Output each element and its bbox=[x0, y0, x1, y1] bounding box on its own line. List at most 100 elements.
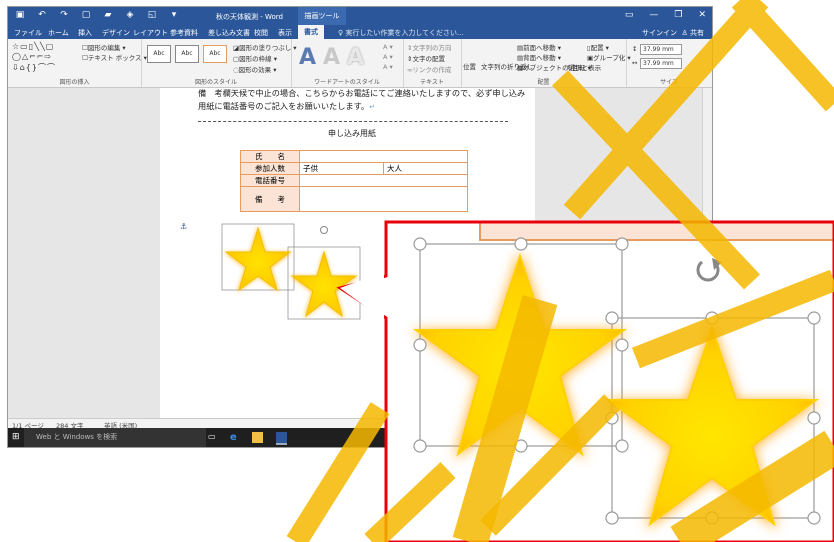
tab-insert[interactable]: 挿入 bbox=[78, 28, 92, 38]
shape-effects-button[interactable]: ◌図形の効果 ▾ bbox=[233, 64, 277, 74]
group-label-size: サイズ bbox=[660, 79, 678, 86]
tab-format[interactable]: 書式 bbox=[298, 25, 324, 39]
width-field[interactable]: 37.99 mm bbox=[640, 58, 682, 69]
create-link-button[interactable]: ∞リンクの作成 bbox=[407, 64, 451, 74]
vertical-scrollbar[interactable] bbox=[702, 88, 712, 418]
form-cell-phone[interactable] bbox=[299, 174, 468, 187]
edge-icon[interactable]: e bbox=[230, 432, 241, 443]
form-label-notes: 備 考 bbox=[240, 186, 300, 212]
height-field[interactable]: 37.99 mm bbox=[640, 44, 682, 55]
tab-mailings[interactable]: 差し込み文書 bbox=[208, 28, 250, 38]
form-cell-notes[interactable] bbox=[299, 186, 468, 212]
title-bar: ▣ ↶ ↷ ▢ ▰ ◈ ◱ ▾ 秋の天体観測 - Word 描画ツール ▭ — … bbox=[8, 7, 712, 25]
form-title: 申し込み用紙 bbox=[328, 129, 376, 138]
task-view-icon[interactable]: ▭ bbox=[208, 432, 219, 443]
file-explorer-icon[interactable] bbox=[252, 432, 263, 443]
form-cell-child[interactable]: 子供 bbox=[299, 162, 384, 175]
account-area: サインイン ♙ 共有 bbox=[642, 28, 704, 38]
tab-design[interactable]: デザイン bbox=[102, 28, 130, 38]
wordart-style-3[interactable]: A bbox=[347, 45, 364, 70]
body-line-2: 用紙に電話番号のご記入をお願いいたします。↵ bbox=[198, 100, 375, 112]
word-window: ▣ ↶ ↷ ▢ ▰ ◈ ◱ ▾ 秋の天体観測 - Word 描画ツール ▭ — … bbox=[7, 6, 713, 448]
text-outline-icon[interactable]: A ▾ bbox=[383, 53, 393, 61]
shape-outline-button[interactable]: ▢図形の枠線 ▾ bbox=[233, 53, 277, 63]
star-1[interactable] bbox=[224, 226, 292, 292]
quick-access-toolbar: ▣ ↶ ↷ ▢ ▰ ◈ ◱ ▾ bbox=[14, 10, 180, 20]
tab-references[interactable]: 参考資料 bbox=[170, 28, 198, 38]
anchor-icon: ⚓ bbox=[180, 221, 188, 231]
wordart-style-2[interactable]: A bbox=[323, 45, 340, 70]
group-button[interactable]: ▣グループ化 ▾ bbox=[587, 52, 631, 62]
new-doc-icon[interactable]: ▢ bbox=[80, 10, 92, 20]
shape-style-3[interactable]: Abc bbox=[203, 45, 227, 63]
text-effects-icon[interactable]: A ▾ bbox=[383, 63, 393, 71]
shape-gallery-row3[interactable]: ⇩⌂{}⌒⌒ bbox=[12, 62, 56, 73]
text-direction-button[interactable]: ⇕文字列の方向 bbox=[407, 42, 451, 52]
share-icon: ♙ bbox=[679, 29, 688, 37]
customize-icon[interactable]: ▾ bbox=[168, 10, 180, 20]
shape-style-2[interactable]: Abc bbox=[175, 45, 199, 63]
text-fill-icon[interactable]: A ▾ bbox=[383, 43, 393, 51]
shape-effects-label: 図形の効果 bbox=[238, 66, 272, 74]
tab-view[interactable]: 表示 bbox=[278, 28, 292, 38]
pdf-icon[interactable]: ◈ bbox=[124, 10, 136, 20]
group-text: ⇕文字列の方向 ⇕文字の配置 ∞リンクの作成 テキスト bbox=[403, 39, 462, 87]
application-form-table: 氏 名 参加人数 子供 大人 電話番号 備 考 bbox=[240, 150, 468, 212]
watermark-stroke-5 bbox=[364, 462, 456, 542]
align-button[interactable]: ▯配置 ▾ bbox=[587, 42, 609, 52]
rotate-button[interactable]: ↻回転 ▾ bbox=[567, 62, 591, 72]
create-link-label: リンクの作成 bbox=[412, 66, 452, 74]
tab-review[interactable]: 校閲 bbox=[254, 28, 268, 38]
open-icon[interactable]: ▰ bbox=[102, 10, 114, 20]
group-shape-styles: Abc Abc Abc ◪図形の塗りつぶし ▾ ▢図形の枠線 ▾ ◌図形の効果 … bbox=[141, 39, 297, 87]
form-cell-adult[interactable]: 大人 bbox=[383, 162, 468, 175]
form-cell-name[interactable] bbox=[299, 150, 468, 163]
shape-style-1[interactable]: Abc bbox=[147, 45, 171, 63]
tell-me-search[interactable]: ♀ 実行したい作業を入力してください... bbox=[338, 28, 464, 38]
text-box-label: テキスト ボックス bbox=[87, 54, 142, 62]
contextual-tab-label: 描画ツール bbox=[298, 7, 346, 25]
send-backward-button[interactable]: ▤背面へ移動 ▾ bbox=[517, 52, 561, 62]
share-button[interactable]: 共有 bbox=[690, 29, 704, 37]
tab-file[interactable]: ファイル bbox=[14, 28, 42, 38]
shape-gallery-row2[interactable]: ◯△⌐⌐⇨ bbox=[12, 52, 52, 61]
wordart-style-1[interactable]: A bbox=[299, 45, 316, 70]
signin-link[interactable]: サインイン bbox=[642, 29, 677, 37]
document-page[interactable]: 備 考欄天候で中止の場合、こちらからお電話にてご連絡いたしますので、必ず申し込み… bbox=[160, 88, 535, 418]
bring-forward-button[interactable]: ▤前面へ移動 ▾ bbox=[517, 42, 561, 52]
tab-home[interactable]: ホーム bbox=[48, 28, 69, 38]
windows-start-icon[interactable]: ⊞ bbox=[12, 432, 20, 442]
tab-layout[interactable]: レイアウト bbox=[133, 28, 168, 38]
taskbar-search[interactable]: Web と Windows を検索 bbox=[24, 428, 206, 447]
shape-fill-button[interactable]: ◪図形の塗りつぶし ▾ bbox=[233, 42, 297, 52]
minimize-icon[interactable]: — bbox=[649, 10, 658, 20]
group-size: ↕ 37.99 mm ↔ 37.99 mm サイズ bbox=[626, 39, 712, 87]
bring-forward-label: 前面へ移動 bbox=[523, 44, 556, 52]
group-label-shape-styles: 図形のスタイル bbox=[194, 79, 237, 86]
text-direction-label: 文字列の方向 bbox=[412, 44, 452, 52]
group-label-arrange: 配置 bbox=[537, 79, 550, 86]
word-taskbar-icon[interactable] bbox=[276, 432, 287, 445]
undo-icon[interactable]: ↶ bbox=[36, 10, 48, 20]
ribbon-display-icon[interactable]: ▭ bbox=[625, 10, 634, 20]
maximize-icon[interactable]: ❐ bbox=[674, 10, 682, 20]
close-icon[interactable]: ✕ bbox=[698, 10, 706, 20]
group-label-wordart: ワードアートのスタイル bbox=[314, 79, 380, 86]
form-label-phone: 電話番号 bbox=[240, 174, 300, 187]
text-box-button[interactable]: ☐テキスト ボックス ▾ bbox=[82, 52, 147, 62]
redo-icon[interactable]: ↷ bbox=[58, 10, 70, 20]
print-preview-icon[interactable]: ◱ bbox=[146, 10, 158, 20]
rotate-handle-icon[interactable] bbox=[320, 226, 328, 234]
align-text-label: 文字の配置 bbox=[412, 55, 445, 63]
group-label: グループ化 bbox=[593, 54, 626, 62]
stars-small bbox=[221, 223, 361, 320]
shape-fill-label: 図形の塗りつぶし bbox=[239, 44, 292, 52]
group-label-text: テキスト bbox=[420, 79, 444, 86]
save-icon[interactable]: ▣ bbox=[14, 10, 26, 20]
edit-shape-button[interactable]: ☐図形の編集 ▾ bbox=[82, 42, 126, 52]
watermark-stroke-9 bbox=[670, 430, 834, 542]
position-button[interactable]: 位置 bbox=[463, 61, 476, 71]
body-line-2-text: 用紙に電話番号のご記入をお願いいたします。 bbox=[198, 101, 370, 111]
shape-gallery-icon[interactable]: ☆▭▯╲╲▢ bbox=[12, 42, 54, 51]
align-text-button[interactable]: ⇕文字の配置 bbox=[407, 53, 445, 63]
